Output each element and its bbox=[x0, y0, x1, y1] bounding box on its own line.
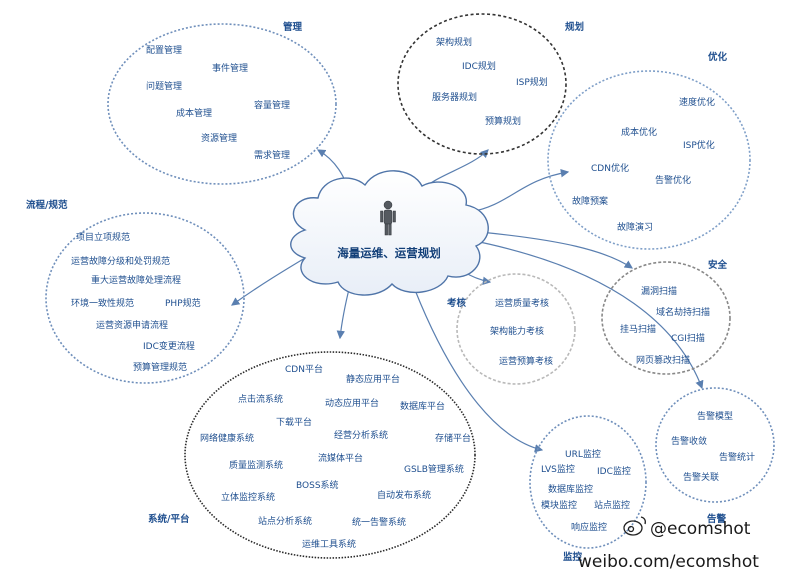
assessment-title: 考核 bbox=[447, 297, 467, 309]
list-item: CGI扫描 bbox=[671, 332, 705, 344]
list-item: BOSS系统 bbox=[296, 479, 339, 491]
list-item: 速度优化 bbox=[679, 96, 715, 108]
list-item: GSLB管理系统 bbox=[404, 463, 464, 475]
list-item: CDN平台 bbox=[285, 363, 323, 375]
watermark-handle: @ecomshot bbox=[650, 519, 751, 539]
optimization-title: 优化 bbox=[708, 51, 728, 63]
list-item: 漏洞扫描 bbox=[641, 285, 677, 297]
list-item: 环境一致性规范 bbox=[71, 297, 134, 309]
list-item: 质量监测系统 bbox=[229, 459, 283, 471]
list-item: 挂马扫描 bbox=[620, 323, 656, 335]
list-item: 站点分析系统 bbox=[258, 515, 312, 527]
list-item: 预算管理规范 bbox=[133, 361, 187, 373]
list-item: 架构能力考核 bbox=[490, 325, 544, 337]
security-items: 漏洞扫描 域名劫持扫描 挂马扫描 CGI扫描 网页篡改扫描 bbox=[620, 285, 710, 366]
list-item: 域名劫持扫描 bbox=[656, 306, 710, 318]
watermark-url: weibo.com/ecomshot bbox=[578, 552, 759, 572]
list-item: 数据库监控 bbox=[548, 483, 593, 495]
management-bubble bbox=[107, 23, 337, 185]
monitoring-items: URL监控 LVS监控 IDC监控 数据库监控 模块监控 站点监控 响应监控 bbox=[541, 448, 631, 533]
list-item: 数据库平台 bbox=[400, 400, 445, 412]
connector-monitoring bbox=[414, 289, 544, 453]
list-item: 立体监控系统 bbox=[221, 491, 275, 503]
list-item: 下载平台 bbox=[276, 416, 312, 428]
systems-title: 系统/平台 bbox=[148, 513, 190, 525]
list-item: ISP优化 bbox=[683, 139, 715, 151]
list-item: URL监控 bbox=[565, 448, 601, 460]
list-item: 动态应用平台 bbox=[325, 397, 379, 409]
list-item: 响应监控 bbox=[571, 521, 607, 533]
list-item: LVS监控 bbox=[541, 463, 575, 475]
process-title: 流程/规范 bbox=[26, 199, 68, 211]
list-item: 模块监控 bbox=[541, 499, 577, 511]
list-item: 存储平台 bbox=[435, 432, 471, 444]
list-item: 自动发布系统 bbox=[377, 489, 431, 501]
list-item: 告警关联 bbox=[683, 471, 719, 483]
connector-systems bbox=[336, 284, 351, 340]
list-item: 需求管理 bbox=[254, 149, 290, 161]
mind-map-diagram: 海量运维、运营规划 管理 规划 优化 流程/规范 考核 安全 系统/平台 监控 … bbox=[26, 13, 775, 572]
security-title: 安全 bbox=[708, 259, 728, 271]
systems-items: CDN平台 静态应用平台 点击流系统 动态应用平台 数据库平台 下载平台 网络健… bbox=[200, 363, 471, 550]
list-item: 告警优化 bbox=[655, 174, 691, 186]
list-item: 告警收敛 bbox=[671, 435, 707, 447]
list-item: 容量管理 bbox=[254, 99, 290, 111]
list-item: IDC规划 bbox=[462, 60, 496, 72]
list-item: 架构规划 bbox=[436, 36, 472, 48]
planning-title: 规划 bbox=[565, 21, 584, 33]
list-item: 成本管理 bbox=[176, 107, 212, 119]
list-item: 资源管理 bbox=[201, 132, 237, 144]
list-item: 运营故障分级和处罚规范 bbox=[71, 255, 170, 267]
connector-optimization bbox=[469, 169, 570, 213]
list-item: 网页篡改扫描 bbox=[636, 354, 690, 366]
list-item: 重大运营故障处理流程 bbox=[91, 274, 181, 286]
list-item: 网络健康系统 bbox=[200, 432, 254, 444]
list-item: 运营预算考核 bbox=[499, 355, 553, 367]
list-item: 告警模型 bbox=[697, 410, 733, 422]
center-cloud: 海量运维、运营规划 bbox=[290, 170, 489, 296]
alerting-items: 告警模型 告警收敛 告警统计 告警关联 bbox=[671, 410, 755, 483]
list-item: 服务器规划 bbox=[432, 91, 477, 103]
list-item: 经营分析系统 bbox=[334, 429, 388, 441]
list-item: 流媒体平台 bbox=[318, 452, 363, 464]
list-item: IDC变更流程 bbox=[143, 340, 195, 352]
list-item: 运营质量考核 bbox=[495, 297, 549, 309]
optimization-items: 速度优化 成本优化 ISP优化 CDN优化 告警优化 故障预案 故障演习 bbox=[572, 96, 715, 233]
connector-security bbox=[479, 231, 633, 269]
list-item: 点击流系统 bbox=[238, 393, 283, 405]
list-item: 预算规划 bbox=[485, 115, 521, 127]
list-item: IDC监控 bbox=[597, 465, 631, 477]
list-item: PHP规范 bbox=[165, 297, 201, 309]
list-item: 运维工具系统 bbox=[302, 538, 356, 550]
list-item: 站点监控 bbox=[594, 499, 630, 511]
list-item: 统一告警系统 bbox=[352, 516, 406, 528]
list-item: 配置管理 bbox=[146, 44, 182, 56]
center-title: 海量运维、运营规划 bbox=[337, 246, 441, 260]
management-items: 配置管理 事件管理 问题管理 成本管理 容量管理 资源管理 需求管理 bbox=[146, 44, 290, 161]
list-item: 事件管理 bbox=[212, 62, 248, 74]
list-item: 运营资源申请流程 bbox=[96, 319, 168, 331]
process-items: 项目立项规范 运营故障分级和处罚规范 重大运营故障处理流程 环境一致性规范 PH… bbox=[71, 231, 201, 373]
list-item: 故障演习 bbox=[617, 221, 653, 233]
list-item: 成本优化 bbox=[621, 126, 657, 138]
list-item: 问题管理 bbox=[146, 80, 182, 92]
list-item: ISP规划 bbox=[516, 76, 548, 88]
connectors bbox=[231, 149, 704, 453]
list-item: 故障预案 bbox=[572, 195, 608, 207]
management-title: 管理 bbox=[283, 21, 303, 33]
list-item: 项目立项规范 bbox=[76, 231, 130, 243]
planning-items: 架构规划 IDC规划 ISP规划 服务器规划 预算规划 bbox=[432, 36, 548, 127]
list-item: 静态应用平台 bbox=[346, 373, 400, 385]
list-item: CDN优化 bbox=[591, 162, 629, 174]
assessment-items: 运营质量考核 架构能力考核 运营预算考核 bbox=[490, 297, 553, 367]
list-item: 告警统计 bbox=[719, 451, 755, 463]
